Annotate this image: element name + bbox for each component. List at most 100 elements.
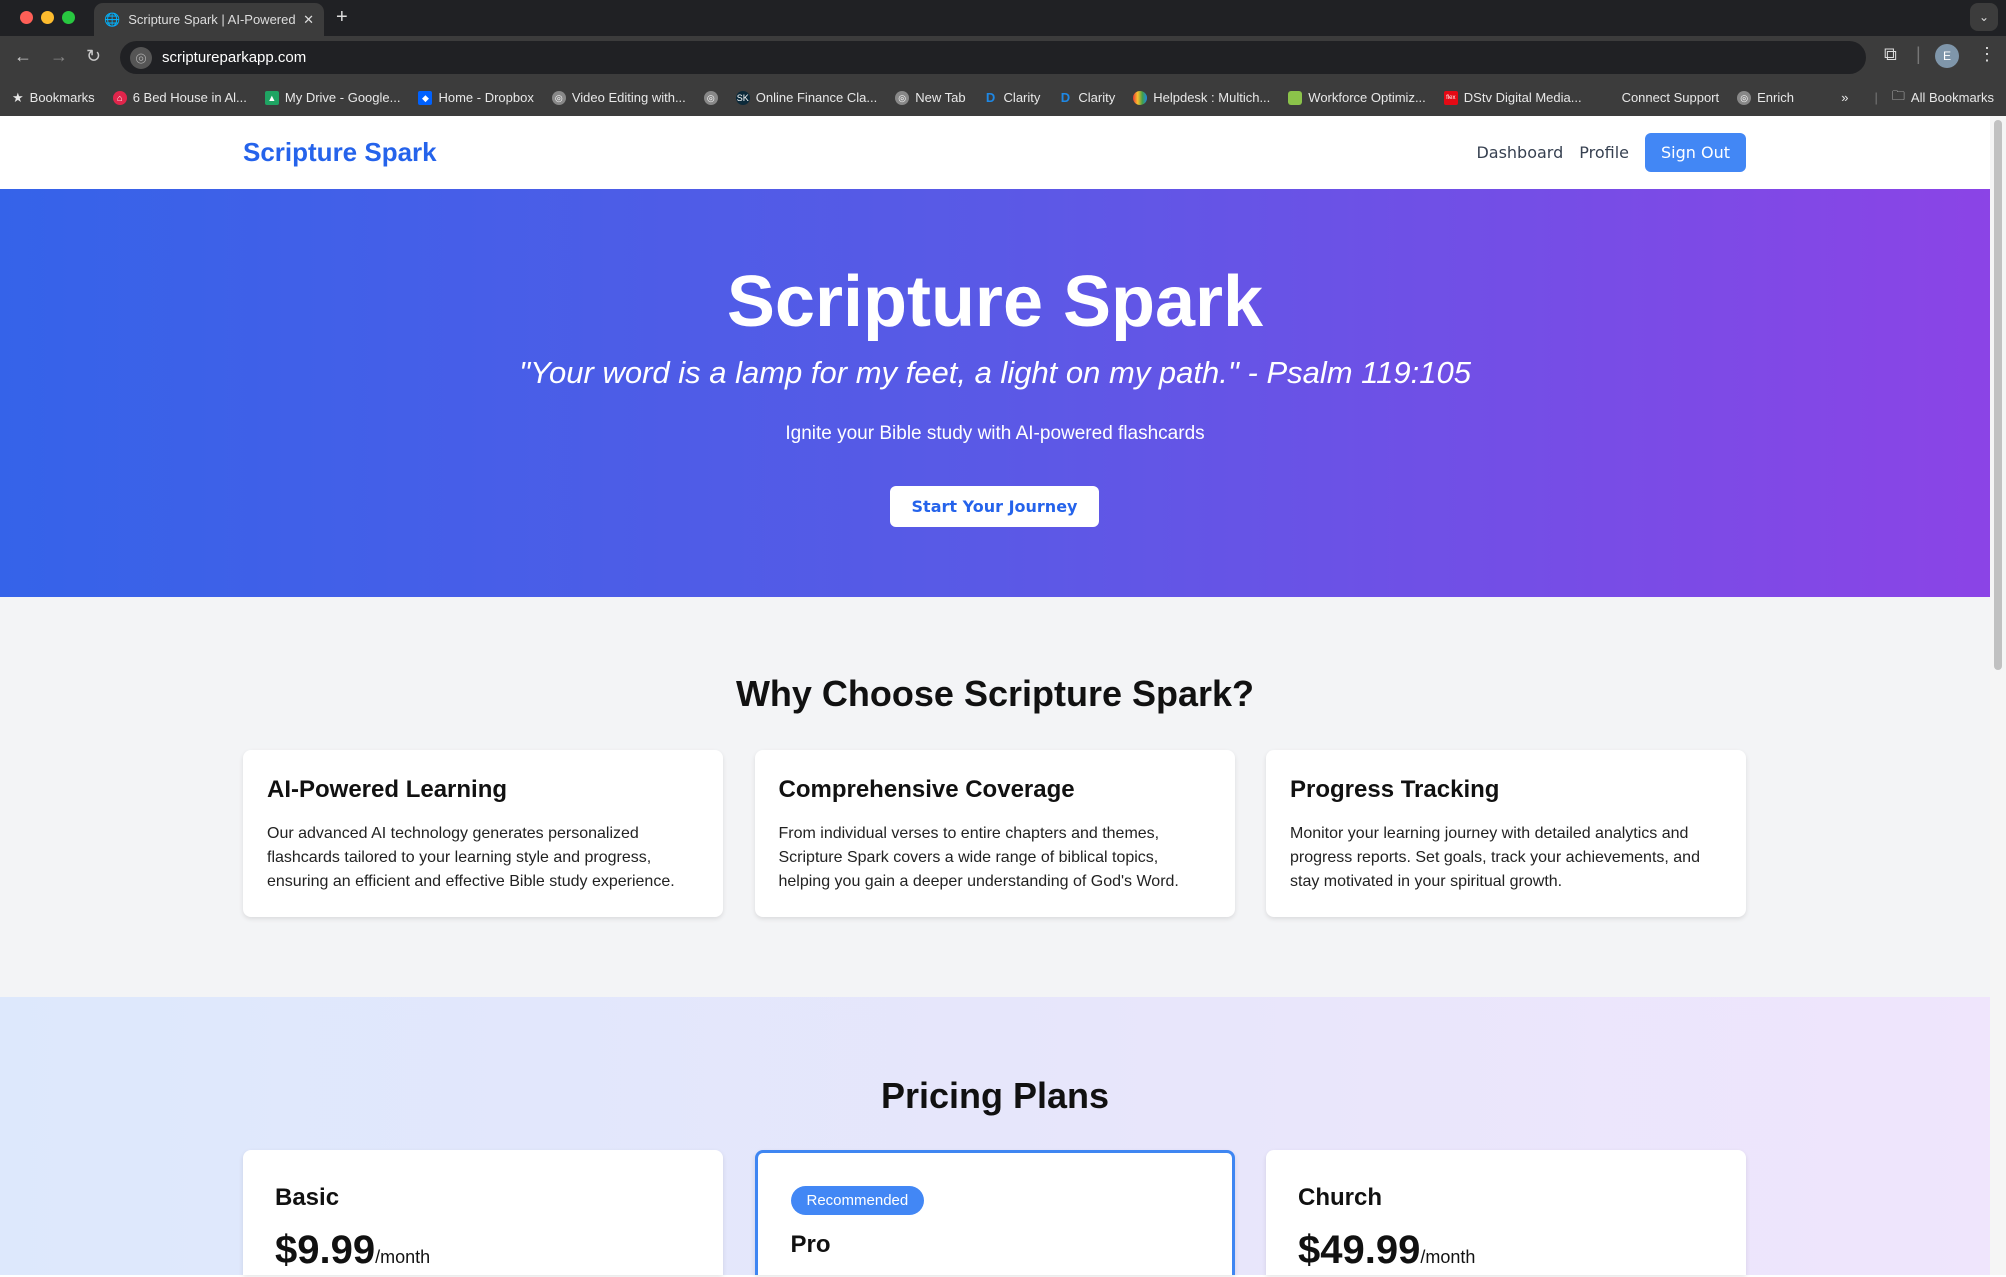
hero-section: Scripture Spark "Your word is a lamp for… <box>0 189 1990 597</box>
url-text: scriptureparkapp.com <box>162 49 307 66</box>
bookmark-item[interactable]: Helpdesk : Multich... <box>1133 90 1270 105</box>
feature-body: From individual verses to entire chapter… <box>778 825 1179 890</box>
feature-card: Comprehensive Coverage From individual v… <box>754 750 1235 917</box>
flex-icon: flex <box>1443 90 1458 105</box>
dropbox-icon: ◆ <box>418 90 433 105</box>
clarity-icon: D <box>1060 89 1071 105</box>
drive-icon: ▲ <box>264 90 279 105</box>
folder-icon: 🗀 <box>1891 87 1905 103</box>
bookmark-item[interactable]: ◎ Video Editing with... <box>551 90 686 105</box>
sk-icon: SK <box>735 90 750 105</box>
feature-card: AI-Powered Learning Our advanced AI tech… <box>243 750 723 917</box>
maximize-window-button[interactable] <box>62 11 75 24</box>
bookmark-item[interactable]: D Clarity <box>984 90 1041 105</box>
hero-quote: "Your word is a lamp for my feet, a ligh… <box>519 355 1471 390</box>
plan-name: Basic <box>275 1184 340 1211</box>
bookmark-label: Connect Support <box>1621 90 1720 105</box>
plan-name: Church <box>1298 1184 1382 1211</box>
reload-icon[interactable]: ↻ <box>86 46 101 67</box>
bookmarks-menu[interactable]: ★ Bookmarks <box>12 90 95 106</box>
extensions-icon[interactable]: ⧉ <box>1884 44 1897 65</box>
bookmark-label: Helpdesk : Multich... <box>1153 90 1271 105</box>
home-icon: ⌂ <box>112 90 127 105</box>
browser-tab[interactable]: 🌐 Scripture Spark | AI-Powered ✕ <box>94 3 324 36</box>
star-icon: ★ <box>12 89 24 105</box>
bookmark-label: Workforce Optimiz... <box>1308 90 1426 105</box>
bookmark-label: Online Finance Cla... <box>755 90 878 105</box>
profile-avatar[interactable]: E <box>1935 44 1959 68</box>
nav-profile[interactable]: Profile <box>1579 143 1629 162</box>
bookmark-item[interactable]: D Clarity <box>1058 89 1116 105</box>
bookmark-label: Clarity <box>1003 90 1041 105</box>
feature-body: Our advanced AI technology generates per… <box>267 825 675 890</box>
recommended-badge: Recommended <box>790 1186 925 1215</box>
address-bar[interactable]: ◎ scriptureparkapp.com <box>120 41 1866 74</box>
globe-icon: ◎ <box>703 90 718 105</box>
nav-dashboard[interactable]: Dashboard <box>1476 143 1563 162</box>
feature-title: Progress Tracking <box>1290 776 1500 803</box>
price-period: /month <box>375 1247 431 1267</box>
bookmark-item[interactable]: Workforce Optimiz... <box>1288 90 1426 105</box>
plan-card-church: Church $49.99/month <box>1266 1150 1746 1275</box>
sign-out-button[interactable]: Sign Out <box>1645 133 1746 172</box>
scrollbar-thumb[interactable] <box>1994 120 2002 670</box>
bookmark-label: Video Editing with... <box>571 90 686 105</box>
browser-tab-bar: 🌐 Scripture Spark | AI-Powered ✕ + ⌄ <box>0 0 2006 36</box>
plan-name: Pro <box>790 1231 831 1258</box>
bookmark-label: Home - Dropbox <box>438 90 534 105</box>
bookmark-label: Bookmarks <box>29 90 95 105</box>
chat-icon <box>1288 90 1303 105</box>
globe-icon: 🌐 <box>104 11 121 27</box>
price-amount: $9.99 <box>275 1228 376 1272</box>
divider: | <box>1874 90 1878 105</box>
bookmark-item[interactable]: Connect Support <box>1622 90 1720 105</box>
price-amount: $49.99 <box>1298 1228 1421 1272</box>
forward-icon[interactable]: → <box>50 46 68 67</box>
bookmark-label: 6 Bed House in Al... <box>132 90 247 105</box>
bookmark-item[interactable]: ⌂ 6 Bed House in Al... <box>112 90 247 105</box>
back-icon[interactable]: ← <box>14 46 32 67</box>
minimize-window-button[interactable] <box>41 11 54 24</box>
feature-title: Comprehensive Coverage <box>778 776 1075 803</box>
plan-price: $49.99/month <box>1298 1230 1714 1277</box>
plan-price: $9.99/month <box>275 1230 691 1277</box>
globe-icon: ◎ <box>1737 90 1752 105</box>
start-journey-button[interactable]: Start Your Journey <box>890 486 1099 527</box>
clarity-icon: D <box>985 89 996 105</box>
tab-title: Scripture Spark | AI-Powered <box>128 12 296 27</box>
pricing-title: Pricing Plans <box>880 1075 1110 1116</box>
bookmark-item[interactable]: SK Online Finance Cla... <box>735 90 878 105</box>
new-tab-button[interactable]: + <box>336 6 348 29</box>
feature-card: Progress Tracking Monitor your learning … <box>1266 750 1746 917</box>
more-bookmarks-chevron-icon[interactable]: » <box>1841 90 1848 105</box>
browser-toolbar: ← → ↻ ◎ scriptureparkapp.com ⧉ | E ⋮ <box>0 36 2006 79</box>
menu-kebab-icon[interactable]: ⋮ <box>1978 44 1996 65</box>
close-window-button[interactable] <box>20 11 33 24</box>
bookmark-item[interactable]: ◎ Enrich <box>1737 90 1794 105</box>
plan-card-pro: Recommended Pro <box>754 1150 1235 1275</box>
page-viewport: Scripture Spark Dashboard Profile Sign O… <box>0 116 1990 1275</box>
features-title: Why Choose Scripture Spark? <box>735 673 1255 714</box>
plan-card-basic: Basic $9.99/month <box>243 1150 723 1275</box>
bookmark-item[interactable]: ◎ New Tab <box>895 90 966 105</box>
divider: | <box>1916 44 1921 64</box>
features-section: Why Choose Scripture Spark? AI-Powered L… <box>0 597 1990 997</box>
logo[interactable]: Scripture Spark <box>243 137 437 168</box>
page-scrollbar[interactable] <box>1990 116 2006 1275</box>
bookmarks-bar: ★ Bookmarks ⌂ 6 Bed House in Al... ▲ My Dri… <box>0 79 2006 116</box>
hero-subtitle: Ignite your Bible study with AI-powered … <box>785 423 1205 444</box>
feature-title: AI-Powered Learning <box>267 776 508 803</box>
price-period: /month <box>1420 1247 1476 1267</box>
bookmark-item[interactable]: ◆ Home - Dropbox <box>418 90 534 105</box>
bookmark-item[interactable]: flex DStv Digital Media... <box>1443 90 1582 105</box>
tab-search-button[interactable]: ⌄ <box>1970 3 1998 31</box>
close-tab-icon[interactable]: ✕ <box>303 12 314 28</box>
all-bookmarks-button[interactable]: All Bookmarks <box>1911 90 1994 105</box>
bookmark-item[interactable]: ◎ <box>703 90 718 105</box>
bookmark-label: Clarity <box>1078 90 1116 105</box>
bookmark-label: Enrich <box>1757 90 1794 105</box>
bookmark-label: DStv Digital Media... <box>1463 90 1582 105</box>
site-info-icon[interactable]: ◎ <box>130 46 152 69</box>
window-controls <box>20 11 75 24</box>
bookmark-item[interactable]: ▲ My Drive - Google... <box>264 90 400 105</box>
